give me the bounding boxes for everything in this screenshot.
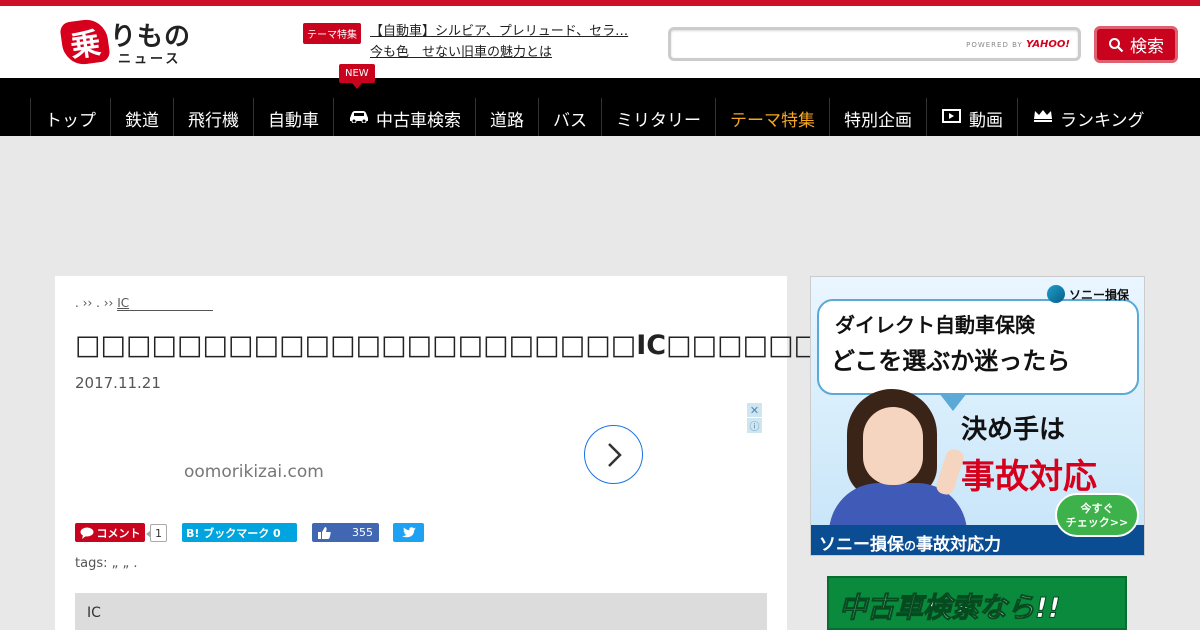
- ad-line1: ダイレクト自動車保険: [835, 313, 1035, 337]
- news-headline-link-continued[interactable]: 今も色 せない旧車の魅力とは: [370, 44, 552, 62]
- comment-count: 1: [146, 524, 167, 542]
- like-count: 355: [352, 526, 373, 539]
- ad-check-now-button[interactable]: 今すぐ チェック>>: [1055, 493, 1139, 537]
- search-input[interactable]: [677, 34, 957, 56]
- sidebar-ad-sony[interactable]: ソニー損保 ダイレクト自動車保険 どこを選ぶか迷ったら 決め手は 事故対応 今す…: [810, 276, 1145, 556]
- ad-bottom-end: 事故対応力: [916, 535, 1002, 555]
- hatena-bookmark-button[interactable]: B! ブックマーク 0: [182, 523, 297, 542]
- nav-item-label: ミリタリー: [616, 111, 701, 131]
- main-nav: トップ 鉄道 飛行機 自動車 中古車検索 道路 バス ミリタリー テーマ特集 特…: [0, 78, 1200, 136]
- check-line1: 今すぐ: [1080, 502, 1114, 515]
- search-icon: [1109, 37, 1124, 52]
- yahoo-logo: YAHOO!: [1026, 39, 1070, 50]
- check-line2: チェック>>: [1065, 516, 1129, 529]
- facebook-like-button[interactable]: 355: [312, 523, 379, 542]
- nav-item-label: トップ: [45, 111, 96, 131]
- nav-item-label: ランキング: [1060, 111, 1145, 131]
- site-header: 乗 りもの ニュース テーマ特集 【自動車】シルビア、プレリュード、セラ… 今も…: [0, 6, 1200, 78]
- sony-logo: ソニー損保: [1047, 285, 1129, 303]
- ad-info-icon[interactable]: ⓘ: [747, 418, 762, 433]
- search-button[interactable]: 検索: [1094, 26, 1178, 63]
- breadcrumb-separator: ››: [103, 296, 114, 310]
- breadcrumb: . ›› . ›› IC: [75, 296, 214, 311]
- share-row: コメント 1 B! ブックマーク 0 355: [75, 522, 775, 544]
- crown-icon: [1034, 110, 1052, 122]
- ad-arrow-button[interactable]: [584, 425, 643, 484]
- ad-bottom-main: ソニー損保: [819, 535, 904, 555]
- news-headline-link[interactable]: 【自動車】シルビア、プレリュード、セラ…: [370, 23, 628, 41]
- nav-item-bus[interactable]: バス: [538, 98, 601, 136]
- nav-item-label: 特別企画: [844, 111, 912, 131]
- new-badge: NEW: [339, 64, 375, 89]
- chevron-right-icon: [607, 442, 622, 467]
- nav-item-label: 自動車: [268, 111, 319, 131]
- used-car-ad-text: 中古車検索なら!!: [839, 591, 1062, 625]
- nav-item-car[interactable]: 自動車: [253, 98, 333, 136]
- nav-item-label: 動画: [969, 111, 1003, 131]
- nav-item-road[interactable]: 道路: [475, 98, 538, 136]
- section-label: IC: [87, 605, 101, 621]
- tweet-button[interactable]: [393, 523, 424, 542]
- nav-item-used-car-search[interactable]: 中古車検索: [333, 98, 475, 136]
- logo-mark: 乗: [59, 17, 111, 67]
- nav-item-theme[interactable]: テーマ特集: [715, 98, 829, 136]
- nav-item-military[interactable]: ミリタリー: [601, 98, 715, 136]
- twitter-icon: [401, 526, 416, 537]
- ad-line4: 事故対応: [961, 457, 1097, 497]
- comment-button-label: コメント: [96, 526, 141, 540]
- powered-by-label: POWERED BY YAHOO!: [966, 39, 1070, 50]
- nav-item-top[interactable]: トップ: [30, 98, 110, 136]
- top-ad-area: [0, 136, 1200, 276]
- breadcrumb-separator: ››: [82, 296, 93, 310]
- article-card: . ›› . ›› IC □□□□□□□□□□□□□□□□□□□□□□IC□□□…: [55, 276, 921, 630]
- globe-icon: [1047, 285, 1065, 303]
- site-logo[interactable]: 乗 りもの ニュース: [59, 16, 197, 68]
- nav-item-label: 道路: [490, 111, 524, 131]
- car-icon: [350, 111, 368, 123]
- thumbs-up-icon: [318, 526, 331, 539]
- ad-bottom-mid: の: [904, 539, 917, 553]
- theme-badge: テーマ特集: [303, 23, 361, 44]
- ad-close-icon[interactable]: ✕: [747, 403, 762, 417]
- search-button-label: 検索: [1130, 37, 1164, 57]
- powered-by-text: POWERED BY: [966, 41, 1023, 49]
- breadcrumb-item[interactable]: .: [75, 296, 79, 310]
- nav-item-ranking[interactable]: ランキング: [1017, 98, 1159, 136]
- logo-sub-text: ニュース: [118, 52, 182, 67]
- sidebar-ad-used-car[interactable]: 中古車検索なら!!: [827, 576, 1127, 630]
- nav-item-railway[interactable]: 鉄道: [110, 98, 173, 136]
- section-header: IC: [75, 593, 767, 630]
- nav-item-label: 鉄道: [125, 111, 159, 131]
- nav-item-label: テーマ特集: [730, 111, 815, 131]
- article-date: 2017.11.21: [75, 374, 161, 392]
- breadcrumb-current[interactable]: IC: [117, 296, 214, 311]
- sony-brand-text: ソニー損保: [1069, 287, 1130, 302]
- tags-list: tags: „ „ .: [75, 556, 138, 571]
- article-title: □□□□□□□□□□□□□□□□□□□□□□IC□□□□□□□□□□: [75, 330, 922, 361]
- nav-item-video[interactable]: 動画: [926, 98, 1017, 136]
- nav-item-label: バス: [553, 111, 587, 131]
- nav-item-airplane[interactable]: 飛行機: [173, 98, 253, 136]
- ad-line3: 決め手は: [961, 415, 1066, 445]
- search-box: POWERED BY YAHOO!: [668, 27, 1081, 61]
- ad-line2: どこを選ぶか迷ったら: [831, 347, 1071, 375]
- comment-button[interactable]: コメント: [75, 523, 145, 542]
- nav-item-label: 中古車検索: [376, 111, 461, 131]
- nav-item-special[interactable]: 特別企画: [829, 98, 926, 136]
- breadcrumb-item[interactable]: .: [96, 296, 100, 310]
- speech-bubble-icon: [80, 527, 93, 539]
- video-icon: [942, 109, 961, 123]
- ad-url[interactable]: oomorikizai.com: [184, 462, 324, 482]
- nav-item-label: 飛行機: [188, 111, 239, 131]
- ad-model-image: [829, 389, 967, 555]
- inline-ad[interactable]: oomorikizai.com ✕ ⓘ: [75, 403, 765, 503]
